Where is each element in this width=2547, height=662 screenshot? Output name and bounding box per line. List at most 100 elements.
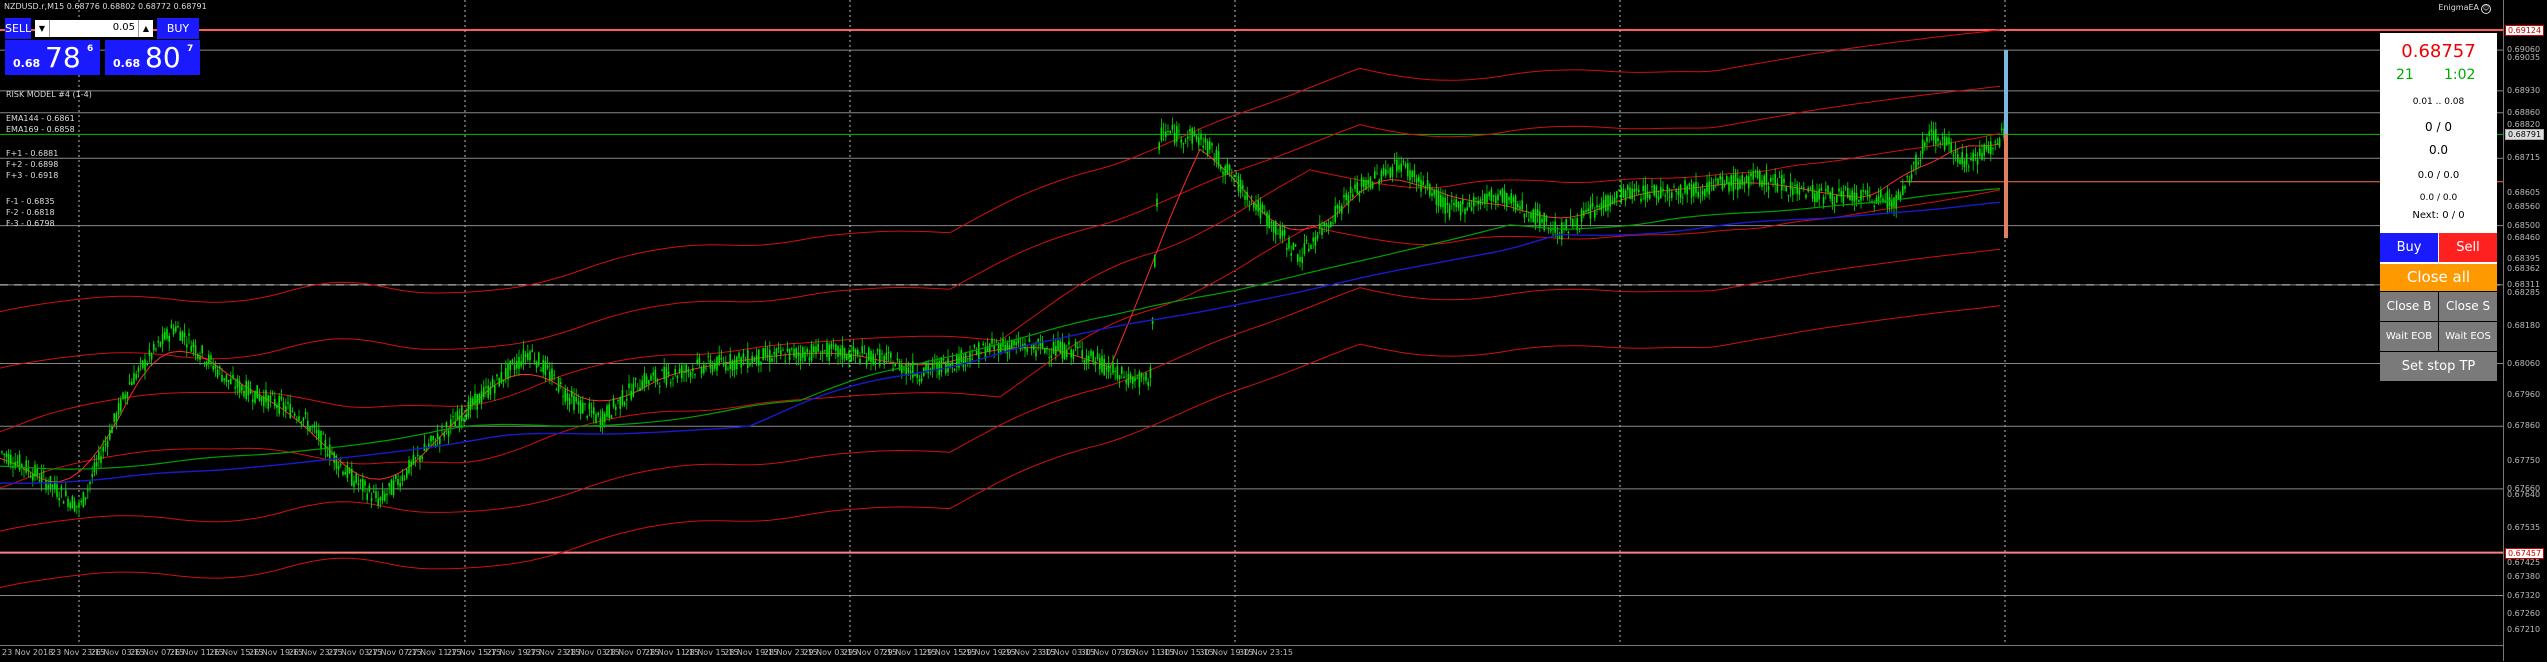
candle-body — [109, 430, 111, 440]
candle-body — [43, 471, 45, 473]
candle-body — [65, 490, 67, 496]
candle-body — [1734, 173, 1737, 182]
candle-body — [1066, 350, 1068, 358]
candle-body — [1866, 190, 1869, 196]
buy-price-button[interactable]: 0.68 80 7 — [105, 40, 200, 75]
ea-ratio-2: 0.0 / 0.0 — [2419, 193, 2458, 203]
candle-body — [718, 354, 720, 365]
candle-body — [188, 333, 190, 336]
candle-body — [227, 379, 230, 382]
candle-body — [403, 478, 406, 480]
candle-body — [1983, 144, 1985, 156]
candle-body — [553, 374, 555, 376]
price-chart[interactable] — [0, 0, 2503, 645]
sell-price-button[interactable]: 0.68 78 6 — [5, 40, 100, 75]
candle-body — [1855, 192, 1858, 200]
candle-body — [322, 433, 324, 435]
candle-body — [681, 365, 683, 379]
candle-body — [883, 356, 885, 365]
candle-body — [483, 387, 485, 398]
candle-body — [1202, 145, 1204, 148]
price-axis[interactable]: 0.69124 0.69060 0.69035 0.68930 0.68860 0.688… — [2503, 0, 2547, 661]
candle-body — [511, 359, 514, 363]
candle-body — [1748, 176, 1750, 189]
lot-size-input[interactable]: ▼ 0.05 ▲ — [35, 20, 153, 37]
candle-body — [122, 392, 124, 399]
close-sells-button[interactable]: Close S — [2439, 292, 2497, 321]
candle-body — [1455, 199, 1457, 208]
sell-button[interactable]: SELL — [5, 18, 31, 39]
close-all-button[interactable]: Close all — [2380, 264, 2497, 291]
candle-body — [1699, 195, 1702, 197]
candle-body — [551, 368, 553, 381]
ea-price: 0.68757 — [2401, 41, 2476, 62]
envelope-bands — [0, 29, 2001, 588]
increment-arrow-icon[interactable]: ▲ — [138, 20, 153, 37]
price-tick-label: 0.67640 — [2507, 490, 2541, 500]
candle-body — [780, 350, 782, 355]
candle-body — [313, 424, 316, 428]
candle-body — [1464, 208, 1466, 215]
candle-body — [1906, 176, 1908, 178]
candle-body — [1921, 139, 1924, 154]
candle-body — [520, 361, 522, 367]
set-stop-tp-button[interactable]: Set stop TP — [2380, 352, 2497, 381]
candle-body — [98, 451, 100, 460]
candle-body — [661, 369, 663, 371]
candle-body — [447, 430, 450, 437]
candle-body — [1732, 175, 1735, 192]
candle-body — [276, 405, 278, 409]
candle-body — [505, 368, 507, 379]
candle-body — [1532, 209, 1534, 223]
candle-body — [797, 352, 800, 357]
close-buys-button[interactable]: Close B — [2380, 292, 2438, 321]
wait-eob-button[interactable]: Wait EOB — [2380, 322, 2438, 351]
price-tick-label: 0.67750 — [2507, 455, 2541, 465]
lot-size-value[interactable]: 0.05 — [113, 22, 135, 33]
candle-body — [1800, 187, 1803, 189]
candle-body — [69, 502, 71, 509]
candle-body — [392, 480, 395, 496]
candle-body — [1118, 375, 1121, 380]
candle-body — [386, 493, 388, 496]
candle-body — [1974, 154, 1977, 157]
decrement-arrow-icon[interactable]: ▼ — [35, 20, 50, 37]
candle-body — [1530, 213, 1532, 219]
candle-body — [991, 338, 993, 344]
candle-body — [135, 373, 137, 379]
candle-body — [1035, 350, 1037, 357]
candle-body — [469, 397, 472, 410]
candle-body — [1695, 181, 1697, 194]
candle-body — [1288, 237, 1290, 249]
candle-body — [1675, 190, 1677, 193]
ea-buy-button[interactable]: Buy — [2380, 233, 2438, 262]
ea-sell-button[interactable]: Sell — [2439, 233, 2497, 262]
candle-body — [1620, 186, 1622, 204]
time-axis[interactable]: 23 Nov 2018 23 Nov 23:15 26 Nov 03:15 26 No… — [0, 645, 2503, 662]
buy-button[interactable]: BUY — [157, 18, 199, 39]
candle-body — [1842, 191, 1845, 203]
wait-eos-button[interactable]: Wait EOS — [2439, 322, 2497, 351]
price-tick-label: 0.68860 — [2507, 107, 2541, 117]
candle-body — [1809, 187, 1812, 189]
candle-body — [445, 422, 448, 428]
candle-body — [111, 426, 113, 434]
candle-body — [1228, 165, 1231, 171]
candle-body — [1825, 189, 1827, 192]
candle-body — [1354, 184, 1356, 189]
candle-body — [615, 406, 617, 410]
candle-body — [626, 398, 628, 401]
candle-body — [753, 358, 756, 362]
candle-body — [535, 361, 538, 368]
candle-body — [870, 351, 872, 363]
candle-body — [1899, 194, 1902, 200]
candle-body — [1242, 185, 1244, 189]
price-tick-label: 0.67425 — [2507, 557, 2541, 567]
candle-body — [1092, 351, 1094, 361]
candle-body — [487, 385, 489, 399]
candle-body — [1831, 187, 1834, 205]
candle-body — [1763, 175, 1765, 186]
candle-body — [1193, 131, 1196, 137]
candle-body — [489, 386, 492, 395]
candle-body — [293, 413, 296, 416]
